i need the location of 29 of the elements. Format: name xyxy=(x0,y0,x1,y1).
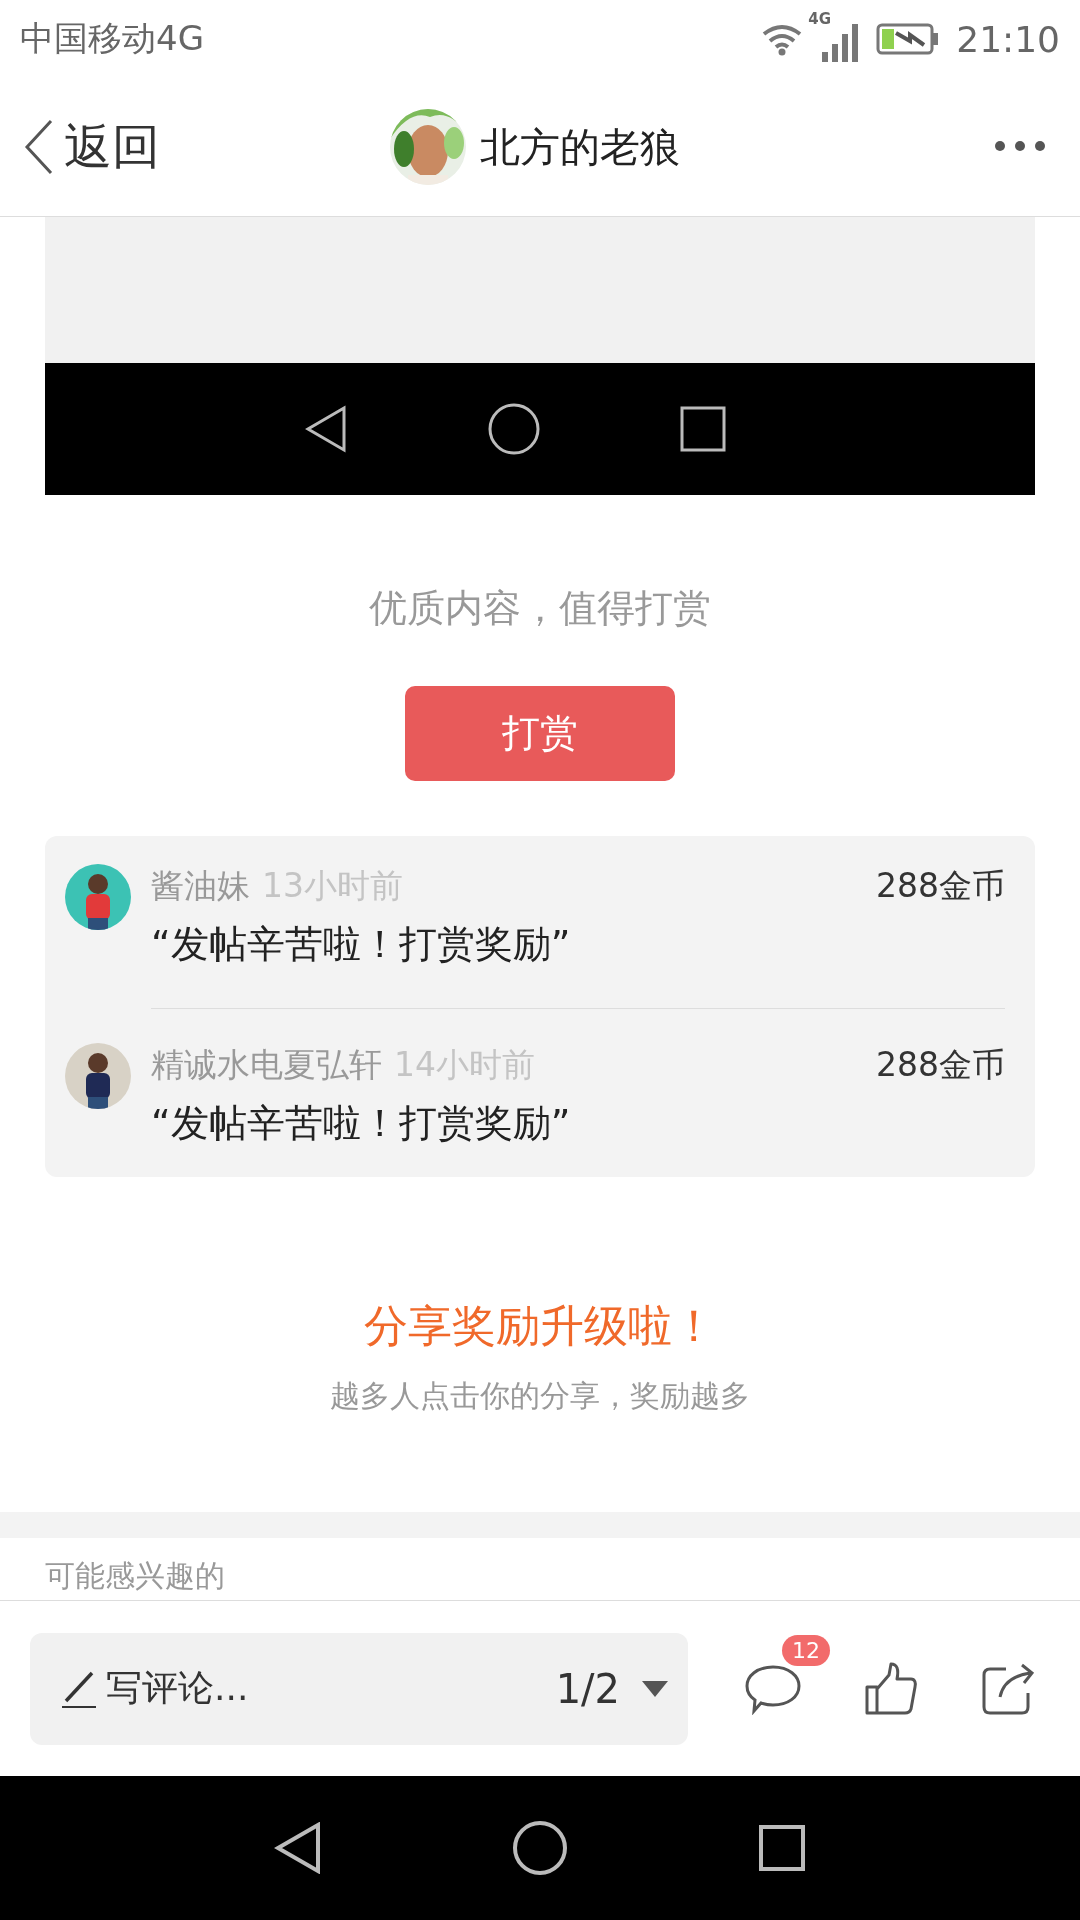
chevron-left-icon xyxy=(24,119,54,175)
coin-amount: 288金币 xyxy=(876,865,1005,907)
network-type: 4G xyxy=(808,10,831,28)
section-heading: 可能感兴趣的 xyxy=(45,1557,226,1595)
back-button[interactable]: 返回 xyxy=(24,115,160,179)
comment-field[interactable]: 写评论... xyxy=(30,1632,546,1745)
caret-down-icon xyxy=(642,1680,669,1697)
reward-message: “发帖辛苦啦！打赏奖励” xyxy=(151,921,572,968)
reward-prompt: 优质内容，值得打赏 xyxy=(368,585,712,632)
share-title: 分享奖励升级啦！ xyxy=(363,1299,717,1353)
recents-icon[interactable] xyxy=(758,1824,806,1872)
comment-count-badge: 12 xyxy=(782,1634,831,1666)
back-icon[interactable] xyxy=(274,1822,322,1874)
recents-icon xyxy=(680,406,726,452)
home-icon[interactable] xyxy=(512,1820,568,1876)
page-selector[interactable]: 1/2 xyxy=(545,1632,689,1745)
user-name: 北方的老狼 xyxy=(480,122,680,172)
user-name: 酱油妹 xyxy=(151,865,250,907)
signal-icon xyxy=(820,24,861,62)
home-icon xyxy=(488,403,540,455)
back-icon xyxy=(304,405,348,453)
carrier-name: 中国移动4G xyxy=(20,17,204,60)
user-name: 精诚水电夏弘轩 xyxy=(151,1044,382,1086)
more-icon xyxy=(994,139,1046,152)
clock-time: 21:10 xyxy=(956,18,1060,60)
coin-amount: 288金币 xyxy=(876,1044,1005,1086)
reward-message: “发帖辛苦啦！打赏奖励” xyxy=(151,1100,572,1147)
share-subtitle: 越多人点击你的分享，奖励越多 xyxy=(329,1377,751,1415)
battery-charging-icon xyxy=(876,23,941,55)
